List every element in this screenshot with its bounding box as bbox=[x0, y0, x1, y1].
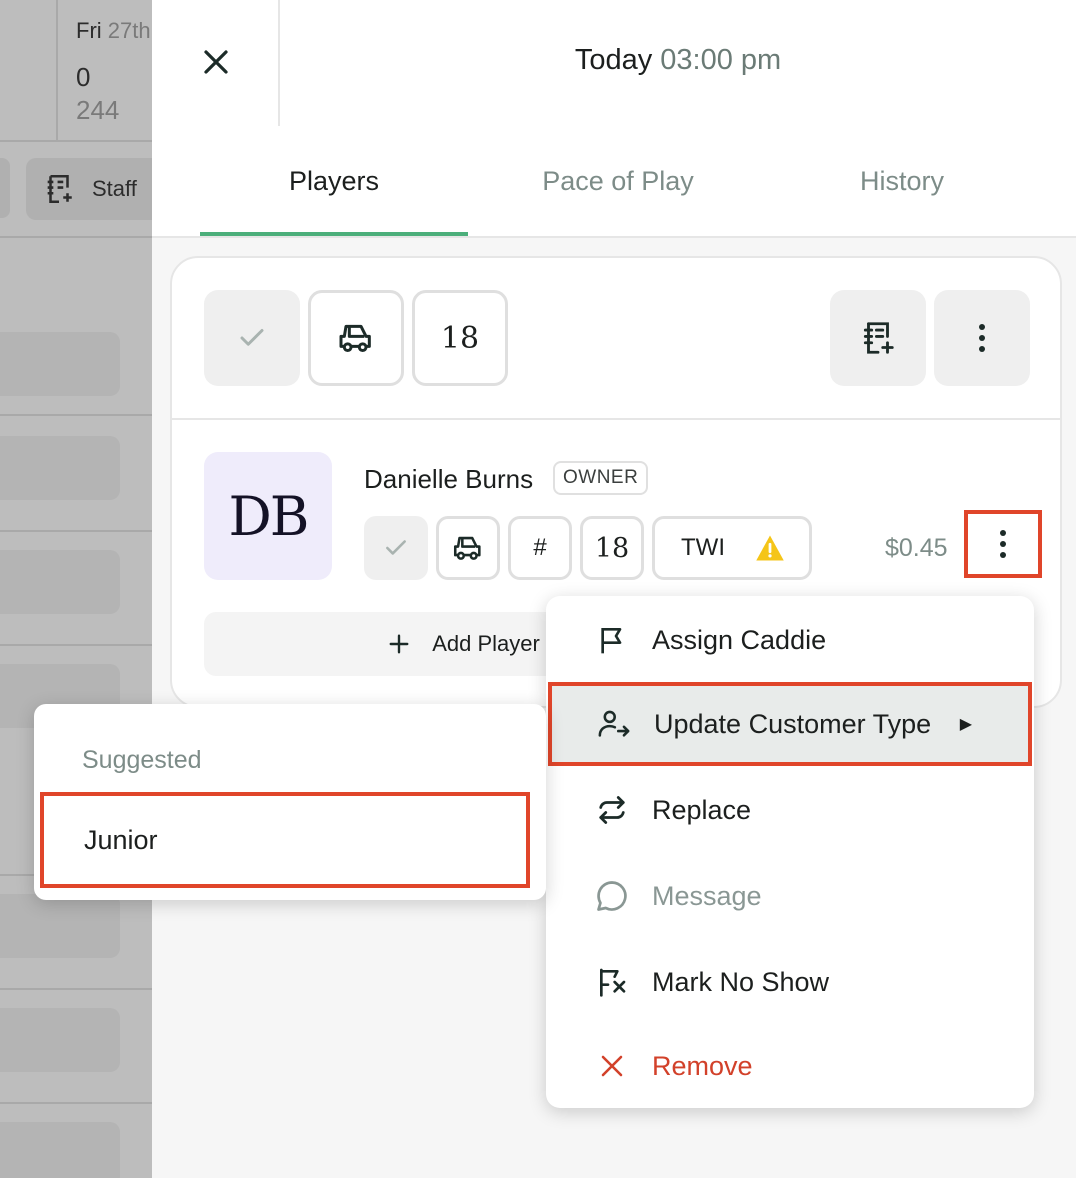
check-icon bbox=[240, 329, 264, 346]
divider bbox=[0, 988, 152, 990]
add-player-label: Add Player bbox=[432, 631, 540, 656]
customer-type-submenu: Suggested Junior bbox=[34, 704, 546, 900]
player-check-in-button[interactable] bbox=[364, 516, 428, 580]
more-vertical-icon bbox=[1000, 530, 1006, 558]
menu-item-label: Message bbox=[652, 880, 762, 911]
active-tab-indicator bbox=[200, 232, 468, 236]
tee-sheet-add-icon bbox=[47, 174, 72, 204]
player-cart-button[interactable] bbox=[436, 516, 500, 580]
menu-item-label: Assign Caddie bbox=[652, 624, 827, 655]
flag-x-icon bbox=[594, 964, 630, 1000]
tab-pace-of-play[interactable]: Pace of Play bbox=[484, 166, 752, 197]
player-number-button[interactable]: # bbox=[508, 516, 572, 580]
add-note-button[interactable] bbox=[830, 290, 926, 386]
tab-players[interactable]: Players bbox=[200, 166, 468, 197]
booking-more-button[interactable] bbox=[934, 290, 1030, 386]
holes-button[interactable]: 18 bbox=[412, 290, 508, 386]
user-switch-icon bbox=[596, 706, 632, 742]
golf-cart-icon bbox=[453, 536, 481, 560]
tab-bar: Players Pace of Play History bbox=[152, 126, 1076, 238]
message-icon bbox=[594, 878, 630, 914]
tee-slot bbox=[0, 1122, 120, 1178]
panel-header: Today 03:00 pm bbox=[152, 0, 1076, 126]
player-holes-button[interactable]: 18 bbox=[580, 516, 644, 580]
avatar: DB bbox=[204, 452, 332, 580]
menu-item-label: Replace bbox=[652, 794, 752, 825]
menu-item-label: Remove bbox=[652, 1050, 753, 1081]
toolbar-button bbox=[0, 158, 10, 218]
tee-slot bbox=[0, 436, 120, 500]
submenu-heading: Suggested bbox=[82, 746, 202, 774]
customer-type-value: TWI bbox=[681, 534, 725, 561]
day-count-secondary: 244 bbox=[76, 95, 120, 125]
divider bbox=[0, 530, 152, 532]
divider bbox=[0, 414, 152, 416]
day-count-primary: 0 bbox=[76, 62, 91, 92]
x-icon bbox=[594, 1048, 630, 1084]
holes-value: 18 bbox=[440, 320, 480, 356]
menu-item-mark-no-show[interactable]: Mark No Show bbox=[546, 940, 1034, 1024]
day-name: Fri bbox=[76, 18, 102, 43]
flag-icon bbox=[594, 622, 630, 658]
day-date: 27th bbox=[107, 18, 151, 43]
menu-item-assign-caddie[interactable]: Assign Caddie bbox=[546, 598, 1034, 682]
customer-type-option-label: Junior bbox=[84, 824, 158, 855]
tee-slot bbox=[0, 1008, 120, 1072]
hash-symbol: # bbox=[533, 534, 547, 561]
close-button[interactable] bbox=[196, 42, 236, 82]
divider bbox=[0, 644, 152, 646]
warning-icon bbox=[756, 535, 784, 561]
plus-icon bbox=[389, 634, 409, 654]
check-in-all-button[interactable] bbox=[204, 290, 300, 386]
staff-button: Staff bbox=[26, 158, 152, 220]
customer-type-button[interactable]: TWI bbox=[652, 516, 812, 580]
menu-item-label: Update Customer Type bbox=[654, 708, 932, 739]
menu-item-replace[interactable]: Replace bbox=[546, 768, 1034, 852]
day-column-header: Fri 27th 0 244 bbox=[56, 0, 152, 140]
role-badge: OWNER bbox=[553, 461, 649, 495]
background-schedule: Fri 27th 0 244 Staff bbox=[0, 0, 152, 1178]
caret-right-icon: ▶ bbox=[959, 716, 972, 733]
cart-button[interactable] bbox=[308, 290, 404, 386]
tee-sheet-add-icon bbox=[863, 322, 894, 354]
customer-type-option-junior[interactable]: Junior bbox=[40, 792, 530, 888]
menu-item-label: Mark No Show bbox=[652, 966, 830, 997]
player-holes-value: 18 bbox=[594, 532, 630, 564]
replace-icon bbox=[594, 792, 630, 828]
divider bbox=[0, 236, 152, 238]
more-vertical-icon bbox=[979, 324, 985, 352]
tee-slot bbox=[0, 332, 120, 396]
tee-slot bbox=[0, 550, 120, 614]
staff-label: Staff bbox=[92, 176, 137, 201]
title-time: 03:00 pm bbox=[660, 44, 782, 76]
tab-history[interactable]: History bbox=[768, 166, 1036, 197]
golf-cart-icon bbox=[339, 324, 371, 352]
player-name[interactable]: Danielle Burns bbox=[364, 464, 533, 495]
menu-item-remove[interactable]: Remove bbox=[546, 1024, 1034, 1108]
player-price: $0.45 bbox=[885, 534, 948, 562]
divider bbox=[0, 140, 152, 142]
menu-item-message[interactable]: Message bbox=[546, 854, 1034, 938]
player-context-menu: Assign Caddie Update Customer Type ▶ Rep… bbox=[546, 596, 1034, 1108]
panel-title: Today 03:00 pm bbox=[280, 44, 1076, 77]
check-icon bbox=[386, 540, 406, 555]
title-day: Today bbox=[574, 44, 653, 76]
divider bbox=[172, 418, 1060, 420]
player-more-button[interactable] bbox=[964, 510, 1042, 578]
tee-slot bbox=[0, 894, 120, 958]
menu-item-update-customer-type[interactable]: Update Customer Type ▶ bbox=[548, 682, 1032, 766]
close-icon bbox=[204, 50, 228, 74]
divider bbox=[0, 1102, 152, 1104]
